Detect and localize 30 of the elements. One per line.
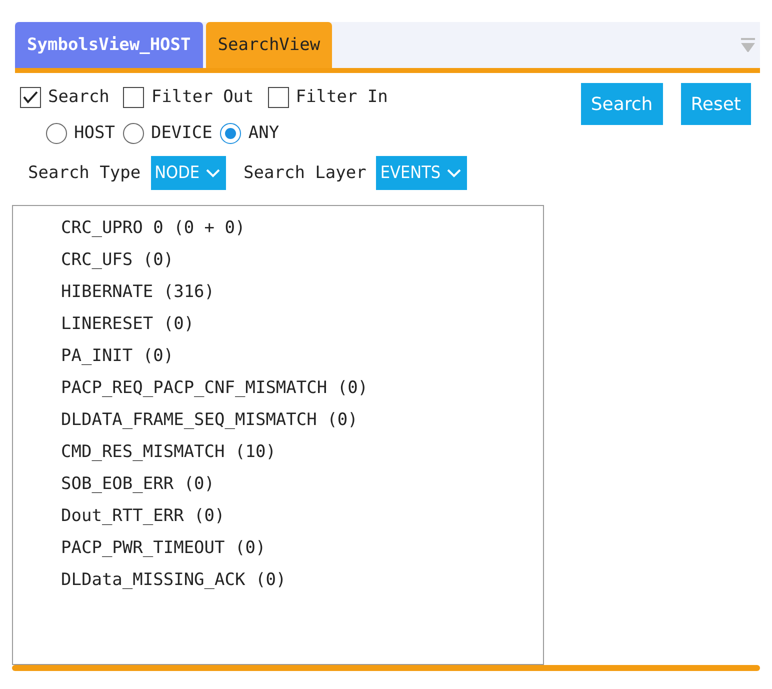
radio-label: HOST [74,123,115,143]
checkbox[interactable] [268,86,289,108]
list-item[interactable]: PACP_PWR_TIMEOUT (0) [61,538,266,558]
list-item[interactable]: CMD_RES_MISMATCH (10) [61,442,276,462]
list-item[interactable]: DLData_MISSING_ACK (0) [61,570,286,590]
list-item[interactable]: Dout_RTT_ERR (0) [61,506,225,526]
list-item[interactable]: PA_INIT (0) [61,346,174,366]
list-item[interactable]: SOB_EOB_ERR (0) [61,474,215,494]
radio-button[interactable] [46,122,67,144]
radio-button[interactable] [220,122,242,144]
checkbox-label: Filter Out [151,87,254,107]
chevron-down-icon [206,168,220,178]
chevron-down-icon [446,168,461,178]
tab[interactable]: SymbolsView_HOST [15,22,203,68]
tab[interactable]: SearchView [206,22,332,68]
select-label: Search Layer [244,163,366,183]
select-label: Search Type [28,163,141,183]
radio-label: ANY [248,123,280,143]
list-item[interactable]: CRC_UPRO 0 (0 + 0) [61,218,246,238]
checkbox[interactable] [20,86,41,108]
list-item[interactable]: HIBERNATE (316) [61,282,215,302]
checkbox[interactable] [123,86,144,108]
list-item[interactable]: PACP_REQ_PACP_CNF_MISMATCH (0) [61,378,368,398]
radio-label: DEVICE [150,123,212,143]
list-item[interactable]: DLDATA_FRAME_SEQ_MISMATCH (0) [61,410,358,430]
list-item[interactable]: CRC_UFS (0) [61,250,174,270]
checkbox-label: Filter In [296,87,388,107]
radio-button[interactable] [122,122,144,144]
list-item[interactable]: LINERESET (0) [61,314,194,334]
checkbox-label: Search [48,87,110,107]
